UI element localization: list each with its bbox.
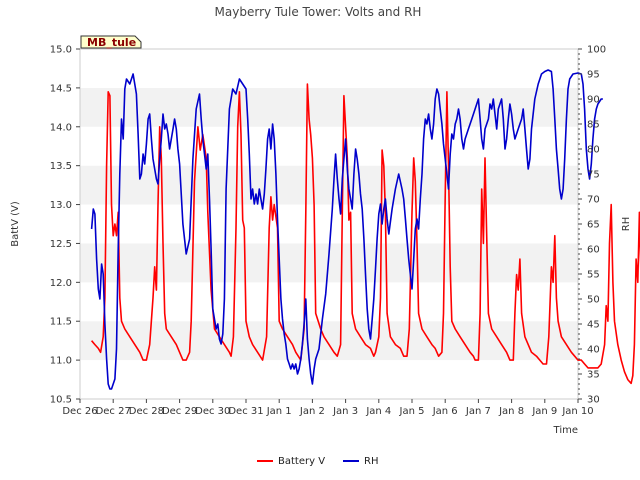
x-tick-label: Jan 10 [561, 406, 593, 417]
grid-band [80, 49, 578, 88]
x-tick-label: Dec 28 [129, 406, 164, 417]
y-right-tick-label: 50 [587, 295, 600, 306]
y-left-tick-label: 13.5 [50, 161, 72, 172]
grid-band [80, 321, 578, 361]
y-right-tick-label: 90 [587, 95, 600, 106]
x-tick-label: Jan 3 [332, 406, 358, 417]
grid-band [80, 204, 578, 244]
x-tick-label: Dec 29 [162, 406, 197, 417]
y-right-tick-label: 85 [587, 120, 600, 131]
x-tick-label: Jan 9 [531, 406, 557, 417]
y-right-tick-label: 35 [587, 370, 600, 381]
x-tick-label: Dec 31 [228, 406, 263, 417]
x-tick-label: Jan 2 [299, 406, 325, 417]
y-left-tick-label: 14.5 [50, 83, 72, 94]
y-left-tick-label: 11.5 [50, 317, 72, 328]
x-tick-label: Dec 26 [62, 406, 97, 417]
x-tick-label: Jan 8 [498, 406, 524, 417]
x-tick-label: Jan 1 [266, 406, 292, 417]
y-left-tick-label: 15.0 [50, 45, 72, 56]
y-right-tick-label: 95 [587, 70, 600, 81]
y-right-tick-label: 45 [587, 320, 600, 331]
y-right-tick-label: 80 [587, 145, 600, 156]
y-left-tick-label: 13.0 [50, 200, 72, 211]
y-left-tick-label: 11.0 [50, 356, 72, 367]
y-axis-right-title: RH [621, 217, 632, 231]
x-tick-label: Jan 4 [365, 406, 391, 417]
y-right-tick-label: 100 [587, 45, 606, 56]
y-left-tick-label: 10.5 [50, 395, 72, 406]
y-left-tick-label: 14.0 [50, 122, 72, 133]
chart: 10.5 11.0 11.5 12.0 12.5 13.0 13.5 14.0 14.5 15.0… [0, 0, 640, 480]
x-axis-title: Time [553, 425, 578, 436]
x-tick-label: Jan 6 [432, 406, 458, 417]
station-badge-label: MB_tule [87, 36, 136, 49]
y-axis-left-title: BattV (V) [10, 201, 21, 247]
x-tick-label: Dec 30 [195, 406, 230, 417]
grid-band [80, 282, 578, 322]
station-badge: MB_tule [80, 35, 142, 49]
y-left-tick-label: 12.0 [50, 278, 72, 289]
y-right-tick-label: 60 [587, 245, 600, 256]
grid-band [80, 360, 578, 399]
y-right-tick-label: 65 [587, 220, 600, 231]
y-right-tick-label: 55 [587, 270, 600, 281]
legend-label-battery: Battery V [278, 456, 325, 467]
y-right-tick-label: 75 [587, 170, 600, 181]
y-right-tick-label: 70 [587, 195, 600, 206]
x-tick-label: Jan 5 [399, 406, 425, 417]
x-tick-label: Dec 27 [96, 406, 131, 417]
legend-label-rh: RH [364, 456, 378, 467]
y-left-tick-label: 12.5 [50, 239, 72, 250]
y-right-tick-label: 40 [587, 345, 600, 356]
chart-title: Mayberry Tule Tower: Volts and RH [215, 5, 422, 19]
x-tick-label: Jan 7 [465, 406, 491, 417]
y-right-tick-label: 30 [587, 395, 600, 406]
